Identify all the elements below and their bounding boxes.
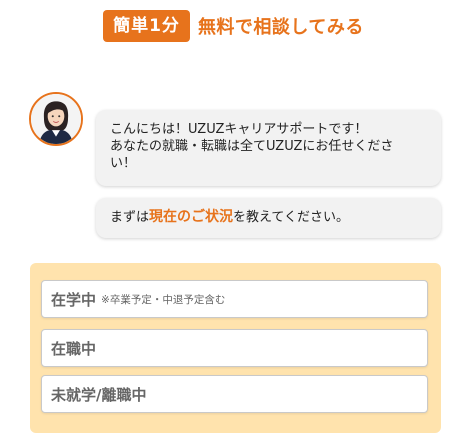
chat-bubble-greeting: こんにちは！UZUZキャリアサポートです！ あなたの就職・転職は全てUZUZにお…	[96, 110, 441, 186]
option-unemployed-button[interactable]: 未就学/離職中	[41, 375, 428, 413]
option-employed-label: 在職中	[51, 339, 97, 358]
question-prefix: まずは	[110, 210, 150, 225]
greeting-line-1: こんにちは！UZUZキャリアサポートです！	[110, 122, 368, 137]
greeting-line-3: い！	[110, 156, 137, 171]
status-options-panel: 在学中 ※卒業予定・中退予定含む 在職中 未就学/離職中	[30, 263, 441, 433]
cta-title: 無料で相談してみる	[197, 17, 364, 38]
option-student-label: 在学中	[51, 290, 97, 309]
option-student-note: ※卒業予定・中退予定含む	[101, 293, 226, 306]
question-suffix: を教えてください。	[233, 210, 349, 225]
cta-header: 簡単1分 無料で相談してみる	[0, 10, 467, 42]
advisor-avatar-icon	[29, 92, 83, 146]
greeting-line-2: あなたの就職・転職は全てUZUZにお任せくださ	[110, 139, 394, 154]
option-employed-button[interactable]: 在職中	[41, 329, 428, 367]
quick-badge: 簡単1分	[103, 10, 190, 42]
option-student-button[interactable]: 在学中 ※卒業予定・中退予定含む	[41, 280, 428, 318]
question-highlight: 現在のご状況	[149, 209, 234, 225]
option-unemployed-label: 未就学/離職中	[51, 385, 147, 404]
chat-bubble-question: まずは現在のご状況を教えてください。	[96, 198, 441, 238]
